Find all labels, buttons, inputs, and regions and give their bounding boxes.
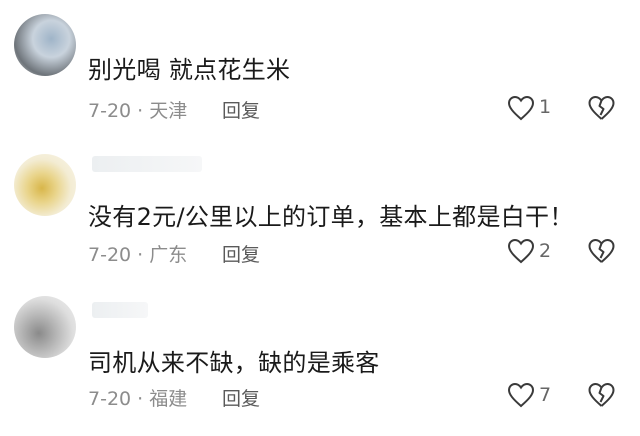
heart-outline-icon[interactable] xyxy=(507,238,535,264)
avatar[interactable] xyxy=(14,296,76,358)
comment-date: 7-20 xyxy=(88,388,132,410)
username-placeholder xyxy=(92,156,202,172)
comment-text: 别光喝 就点花生米 xyxy=(88,56,291,84)
heart-outline-icon[interactable] xyxy=(507,382,535,408)
like-count: 1 xyxy=(539,96,552,118)
reply-button[interactable]: 回复 xyxy=(222,384,260,411)
broken-heart-icon[interactable] xyxy=(588,95,615,121)
reply-button[interactable]: 回复 xyxy=(222,240,260,267)
meta-separator: · xyxy=(131,388,150,410)
comment-item: 司机从来不缺，缺的是乘客 7-20 · 福建 回复 7 xyxy=(0,286,640,436)
like-count: 7 xyxy=(539,384,552,406)
comment-location: 福建 xyxy=(149,388,188,410)
heart-outline-icon[interactable] xyxy=(507,95,535,121)
meta-separator: · xyxy=(131,244,150,266)
comment-text: 司机从来不缺，缺的是乘客 xyxy=(88,349,380,377)
comment-text: 没有2元/公里以上的订单，基本上都是白干！ xyxy=(88,203,574,231)
reply-button[interactable]: 回复 xyxy=(222,96,260,123)
comment-meta: 7-20 · 福建 xyxy=(88,384,187,411)
like-count: 2 xyxy=(539,240,552,262)
comment-meta: 7-20 · 天津 xyxy=(88,96,187,123)
broken-heart-icon[interactable] xyxy=(588,238,615,264)
avatar[interactable] xyxy=(14,14,76,76)
comment-date: 7-20 xyxy=(88,244,132,266)
comment-item: 没有2元/公里以上的订单，基本上都是白干！ 7-20 · 广东 回复 2 xyxy=(0,140,640,280)
comment-date: 7-20 xyxy=(88,100,132,122)
comment-item: 别光喝 就点花生米 7-20 · 天津 回复 1 xyxy=(0,0,640,130)
comment-location: 广东 xyxy=(149,244,188,266)
avatar[interactable] xyxy=(14,154,76,216)
comment-location: 天津 xyxy=(149,100,188,122)
username-placeholder xyxy=(92,302,148,318)
meta-separator: · xyxy=(131,100,150,122)
comment-meta: 7-20 · 广东 xyxy=(88,240,187,267)
broken-heart-icon[interactable] xyxy=(588,382,615,408)
